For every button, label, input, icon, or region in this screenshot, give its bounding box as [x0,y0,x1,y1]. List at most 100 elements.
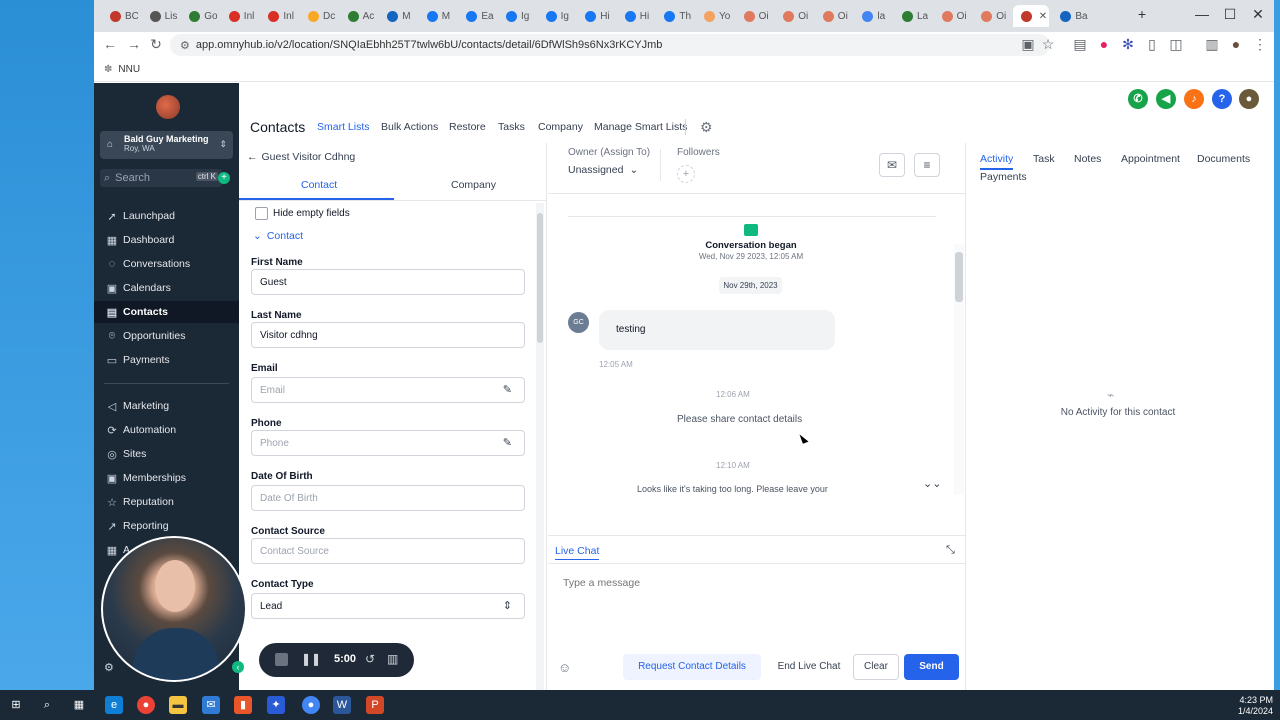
browser-tab[interactable]: Inl [221,5,257,27]
browser-tab[interactable]: Ea [458,5,494,27]
recorder-toggle-icon[interactable]: ‹ [232,661,244,673]
tab-contact[interactable]: Contact [301,179,337,191]
contact-source-field[interactable]: Contact Source [251,538,525,564]
nav-tasks[interactable]: Tasks [498,121,525,133]
site-info-icon[interactable]: ⚙ [180,39,190,52]
browser-tab[interactable]: Oi [736,5,772,27]
user-avatar[interactable]: ● [1239,89,1259,109]
new-tab-button[interactable]: + [1132,6,1152,22]
tab-appointment[interactable]: Appointment [1121,153,1180,165]
email-field[interactable]: Email ✎ [251,377,525,403]
tab-task[interactable]: Task [1033,153,1055,165]
email-icon[interactable]: ✉ [879,153,905,177]
add-follower-button[interactable]: + [677,165,695,183]
thread-scrollbar[interactable] [954,244,964,495]
powerpoint-icon[interactable]: P [366,696,384,714]
sidebar-item-marketing[interactable]: ◁ Marketing [94,395,239,417]
browser-tab[interactable]: Dc [300,5,336,27]
mail-icon[interactable]: ✉ [202,696,220,714]
pencil-icon[interactable]: ✎ [503,383,512,396]
stop-icon[interactable] [275,653,288,666]
browser-tab[interactable]: Oi [775,5,811,27]
clear-button[interactable]: Clear [853,654,899,680]
url-input[interactable]: ⚙ app.omnyhub.io/v2/location/SNQIaEbhh25… [170,34,1050,56]
message-input[interactable] [555,571,959,646]
first-name-field[interactable]: Guest [251,269,525,295]
browser-menu-icon[interactable]: ⋮ [1250,36,1270,53]
end-live-chat-button[interactable]: End Live Chat [768,654,850,680]
tab-company[interactable]: Company [451,179,496,191]
browser-tab[interactable]: Oi [973,5,1009,27]
announcement-icon[interactable]: ◀ [1156,89,1176,109]
hide-empty-checkbox[interactable] [255,207,268,220]
edge-icon[interactable]: e [105,696,123,714]
windows-start-icon[interactable]: ⊞ [7,696,25,714]
sidebar-item-dashboard[interactable]: ▦ Dashboard [94,229,239,251]
owner-select[interactable]: Unassigned ⌄ [568,164,638,176]
extension-book-icon[interactable]: ▯ [1142,36,1162,53]
browser-tab[interactable]: Oi [815,5,851,27]
scrollbar-thumb[interactable] [955,252,963,302]
contact-type-select[interactable]: Lead ⇕ [251,593,525,619]
scrollbar-thumb[interactable] [537,213,543,343]
help-icon[interactable]: ? [1212,89,1232,109]
reload-icon[interactable]: ↻ [146,36,166,53]
browser-tab[interactable]: M [419,5,455,27]
phone-field[interactable]: Phone ✎ [251,430,525,456]
sidebar-item-sites[interactable]: ◎ Sites [94,443,239,465]
chrome-active-icon[interactable]: ● [302,696,320,714]
browser-tab[interactable]: Lis [142,5,178,27]
browser-tab[interactable]: M [379,5,415,27]
browser-tab[interactable]: Hi [617,5,653,27]
file-explorer-icon[interactable]: ▬ [169,696,187,714]
color-extension-icon[interactable]: ● [1094,36,1114,52]
bookmark-star-icon[interactable]: ☆ [1038,36,1058,53]
sidebar-item-reporting[interactable]: ↗ Reporting [94,515,239,537]
sidebar-item-launchpad[interactable]: ➚ Launchpad [94,205,239,227]
filter-icon[interactable]: ≡ [914,153,940,177]
bookmark-nnu[interactable]: NNU [118,64,140,75]
sidebar-item-contacts[interactable]: ▤ Contacts [94,301,239,323]
forward-arrow-icon[interactable]: → [124,36,144,52]
extension-gear-icon[interactable]: ✻ [1118,36,1138,53]
collapse-icon[interactable]: ⤡ [946,544,955,557]
browser-tab[interactable]: ✕ [1012,5,1049,27]
request-contact-details-button[interactable]: Request Contact Details [623,654,761,680]
live-chat-tab[interactable]: Live Chat [555,545,600,560]
extension-icon[interactable]: ▤ [1070,36,1090,53]
chrome-icon[interactable]: ● [137,696,155,714]
camera-icon[interactable]: ▣ [1018,36,1038,53]
nav-restore[interactable]: Restore [449,121,486,133]
sidebar-item-automation[interactable]: ⟳ Automation [94,419,239,441]
extensions-puzzle-icon[interactable]: ◫ [1166,36,1186,53]
search-icon[interactable]: ⌕ [38,696,56,714]
nav-manage-smart-lists[interactable]: Manage Smart Lists [594,121,687,133]
phone-icon[interactable]: ✆ [1128,89,1148,109]
browser-tab[interactable]: BC [102,5,138,27]
sidepanel-icon[interactable]: ▥ [1202,36,1222,53]
browser-tab[interactable]: Yo [696,5,732,27]
sidebar-item-memberships[interactable]: ▣ Memberships [94,467,239,489]
word-icon[interactable]: W [333,696,351,714]
tab-documents[interactable]: Documents [1197,153,1250,165]
back-arrow-icon[interactable]: ← [100,36,120,52]
browser-tab[interactable]: Go [181,5,217,27]
tab-notes[interactable]: Notes [1074,153,1101,165]
browser-tab[interactable]: Hi [577,5,613,27]
dob-field[interactable]: Date Of Birth [251,485,525,511]
browser-tab[interactable]: La [894,5,930,27]
sidebar-item-opportunities[interactable]: ⌾ Opportunities [94,325,239,347]
pencil-icon[interactable]: ✎ [503,436,512,449]
bell-icon[interactable]: ♪ [1184,89,1204,109]
sidebar-item-calendars[interactable]: ▣ Calendars [94,277,239,299]
trash-icon[interactable]: ▥ [387,652,398,666]
browser-tab[interactable]: Ig [498,5,534,27]
contact-section-toggle[interactable]: ⌄ Contact [253,230,303,242]
back-to-contacts[interactable]: ← Guest Visitor Cdhng [247,151,355,163]
last-name-field[interactable]: Visitor cdhng [251,322,525,348]
sidebar-item-reputation[interactable]: ☆ Reputation [94,491,239,513]
browser-tab[interactable]: Ig [538,5,574,27]
account-switcher[interactable]: ⌂ Bald Guy Marketing Roy, WA ⇕ [100,131,233,159]
pause-icon[interactable]: ❚❚ [301,652,321,666]
sidebar-search[interactable]: ⌕ Search ctrl K [100,169,222,187]
